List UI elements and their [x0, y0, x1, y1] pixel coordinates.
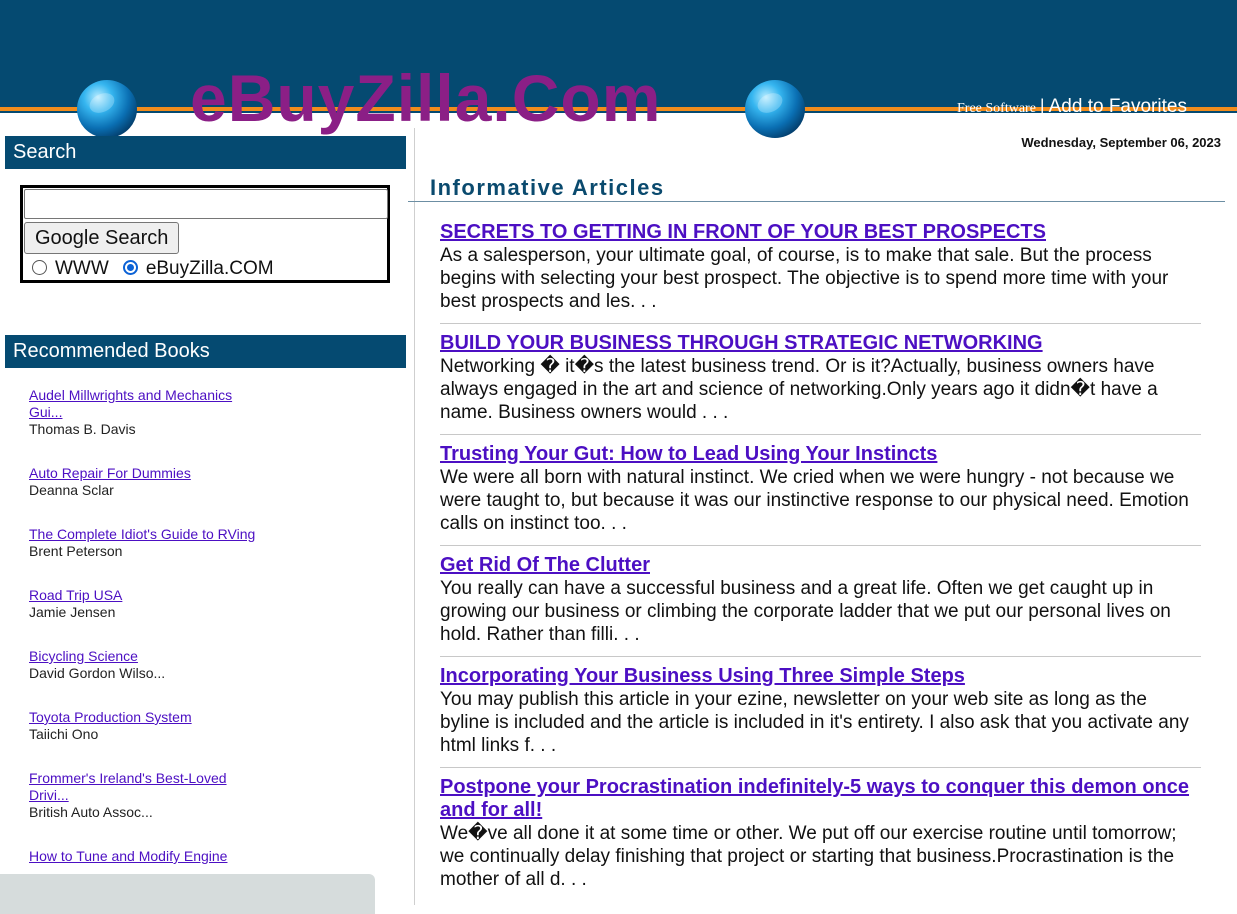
- sidebar: Search Google Search WWW eBuyZilla.COM Re…: [0, 128, 415, 905]
- header-separator: |: [1039, 96, 1045, 116]
- list-item: The Complete Idiot's Guide to RVing Bren…: [29, 526, 259, 560]
- site-logo[interactable]: eBuyZilla.Com: [190, 60, 661, 136]
- list-item: Frommer's Ireland's Best-Loved Drivi... …: [29, 770, 259, 821]
- article-summary: Networking � it�s the latest business tr…: [440, 356, 1158, 423]
- book-author: Brent Peterson: [29, 543, 123, 559]
- title-divider: [408, 201, 1225, 202]
- google-search-button[interactable]: Google Search: [24, 222, 180, 254]
- list-item: Bicycling Science David Gordon Wilso...: [29, 648, 259, 682]
- search-scope: WWW eBuyZilla.COM: [32, 258, 288, 280]
- book-author: David Gordon Wilso...: [29, 665, 166, 681]
- article-item: Incorporating Your Business Using Three …: [440, 665, 1201, 768]
- book-link[interactable]: Bicycling Science: [29, 648, 259, 665]
- article-summary: You really can have a successful busines…: [440, 578, 1171, 645]
- article-item: Trusting Your Gut: How to Lead Using You…: [440, 443, 1201, 546]
- page-title: Informative Articles: [430, 175, 665, 200]
- site-header: eBuyZilla.Com Free Software | Add to Favor…: [0, 0, 1237, 138]
- current-date: Wednesday, September 06, 2023: [1021, 135, 1221, 150]
- search-input[interactable]: [24, 189, 388, 219]
- header-links: Free Software | Add to Favorites: [957, 96, 1187, 118]
- article-item: Postpone your Procrastination indefinite…: [440, 776, 1201, 901]
- add-to-favorites-link[interactable]: Add to Favorites: [1049, 96, 1187, 117]
- article-summary: As a salesperson, your ultimate goal, of…: [440, 245, 1169, 312]
- article-summary: We�ve all done it at some time or other.…: [440, 823, 1177, 890]
- article-link[interactable]: Postpone your Procrastination indefinite…: [440, 776, 1201, 822]
- book-link[interactable]: How to Tune and Modify Engine: [29, 848, 259, 865]
- books-heading: Recommended Books: [5, 335, 406, 368]
- radio-www-label: WWW: [55, 258, 109, 279]
- list-item: Audel Millwrights and Mechanics Gui... T…: [29, 387, 259, 438]
- article-link[interactable]: SECRETS TO GETTING IN FRONT OF YOUR BEST…: [440, 221, 1201, 244]
- list-item: Auto Repair For Dummies Deanna Sclar: [29, 465, 259, 499]
- book-list: Audel Millwrights and Mechanics Gui... T…: [29, 387, 259, 892]
- radio-site-label: eBuyZilla.COM: [145, 258, 274, 279]
- article-item: Get Rid Of The Clutter You really can ha…: [440, 554, 1201, 657]
- article-summary: You may publish this article in your ezi…: [440, 689, 1189, 756]
- list-item: Toyota Production System Taiichi Ono: [29, 709, 259, 743]
- book-link[interactable]: Auto Repair For Dummies: [29, 465, 259, 482]
- article-summary: We were all born with natural instinct. …: [440, 467, 1189, 534]
- article-link[interactable]: BUILD YOUR BUSINESS THROUGH STRATEGIC NE…: [440, 332, 1201, 355]
- search-heading: Search: [5, 136, 406, 169]
- book-link[interactable]: Road Trip USA: [29, 587, 259, 604]
- book-author: Taiichi Ono: [29, 726, 99, 742]
- book-author: British Auto Assoc...: [29, 804, 153, 820]
- book-link[interactable]: Toyota Production System: [29, 709, 259, 726]
- book-link[interactable]: Frommer's Ireland's Best-Loved Drivi...: [29, 770, 259, 804]
- article-list: SECRETS TO GETTING IN FRONT OF YOUR BEST…: [440, 221, 1201, 909]
- list-item: How to Tune and Modify Engine: [29, 848, 259, 865]
- book-link[interactable]: The Complete Idiot's Guide to RVing: [29, 526, 259, 543]
- list-item: Road Trip USA Jamie Jensen: [29, 587, 259, 621]
- free-software-link[interactable]: Free Software: [957, 101, 1036, 116]
- radio-www[interactable]: [32, 260, 47, 275]
- book-author: Thomas B. Davis: [29, 421, 136, 437]
- book-link[interactable]: Audel Millwrights and Mechanics Gui...: [29, 387, 259, 421]
- article-link[interactable]: Incorporating Your Business Using Three …: [440, 665, 1201, 688]
- article-item: BUILD YOUR BUSINESS THROUGH STRATEGIC NE…: [440, 332, 1201, 435]
- book-author: Jamie Jensen: [29, 604, 116, 620]
- search-form: Google Search WWW eBuyZilla.COM: [20, 185, 390, 283]
- article-link[interactable]: Get Rid Of The Clutter: [440, 554, 1201, 577]
- article-link[interactable]: Trusting Your Gut: How to Lead Using You…: [440, 443, 1201, 466]
- bottom-overlay-bar: [0, 874, 375, 914]
- globe-icon: [745, 80, 805, 138]
- article-item: SECRETS TO GETTING IN FRONT OF YOUR BEST…: [440, 221, 1201, 324]
- book-author: Deanna Sclar: [29, 482, 114, 498]
- radio-site[interactable]: [122, 260, 138, 275]
